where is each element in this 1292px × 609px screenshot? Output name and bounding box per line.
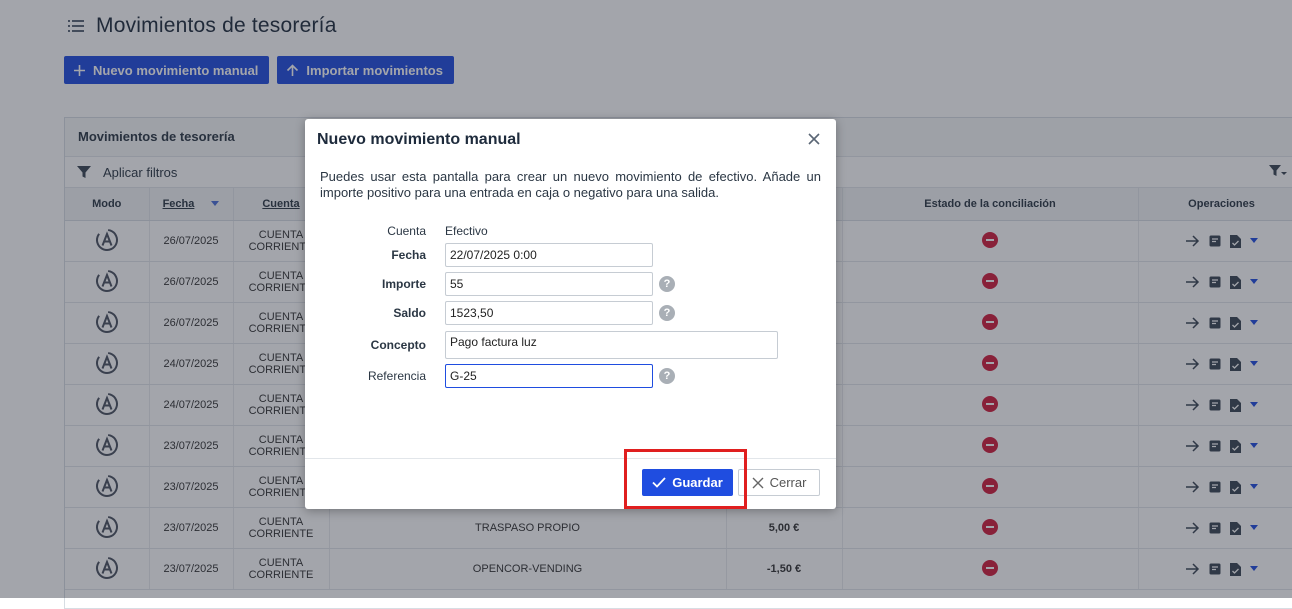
close-icon[interactable] — [806, 131, 822, 147]
importe-label: Importe — [381, 277, 426, 291]
dialog-description: Puedes usar esta pantalla para crear un … — [320, 169, 821, 200]
referencia-help-icon[interactable]: ? — [659, 368, 675, 384]
saldo-label: Saldo — [393, 306, 426, 320]
cuenta-row: Cuenta Efectivo — [305, 223, 836, 239]
check-icon — [652, 477, 666, 488]
referencia-input[interactable] — [445, 364, 653, 388]
saldo-input[interactable] — [445, 301, 653, 325]
concepto-row: Concepto Pago factura luz — [305, 331, 836, 359]
saldo-row: Saldo ? — [305, 301, 836, 325]
dialog-footer-divider — [305, 458, 836, 459]
referencia-row: Referencia ? — [305, 364, 836, 388]
page: Movimientos de tesorería Nuevo movimient… — [0, 0, 1292, 609]
importe-help-icon[interactable]: ? — [659, 276, 675, 292]
fecha-label: Fecha — [391, 248, 426, 262]
close-label: Cerrar — [769, 475, 807, 490]
importe-row: Importe ? — [305, 272, 836, 296]
concepto-textarea[interactable]: Pago factura luz — [445, 331, 778, 359]
cuenta-label: Cuenta — [387, 224, 426, 238]
new-movement-dialog: Nuevo movimiento manual Puedes usar esta… — [305, 119, 836, 509]
fecha-input[interactable] — [445, 243, 653, 267]
close-x-icon — [752, 477, 764, 488]
cancel-button[interactable]: Cerrar — [738, 469, 820, 496]
dialog-title: Nuevo movimiento manual — [317, 131, 521, 148]
save-label: Guardar — [672, 475, 723, 490]
fecha-row: Fecha — [305, 243, 836, 267]
concepto-label: Concepto — [370, 338, 426, 352]
importe-input[interactable] — [445, 272, 653, 296]
save-button[interactable]: Guardar — [642, 469, 733, 496]
referencia-label: Referencia — [367, 369, 426, 383]
saldo-help-icon[interactable]: ? — [659, 305, 675, 321]
cuenta-value: Efectivo — [445, 224, 488, 238]
